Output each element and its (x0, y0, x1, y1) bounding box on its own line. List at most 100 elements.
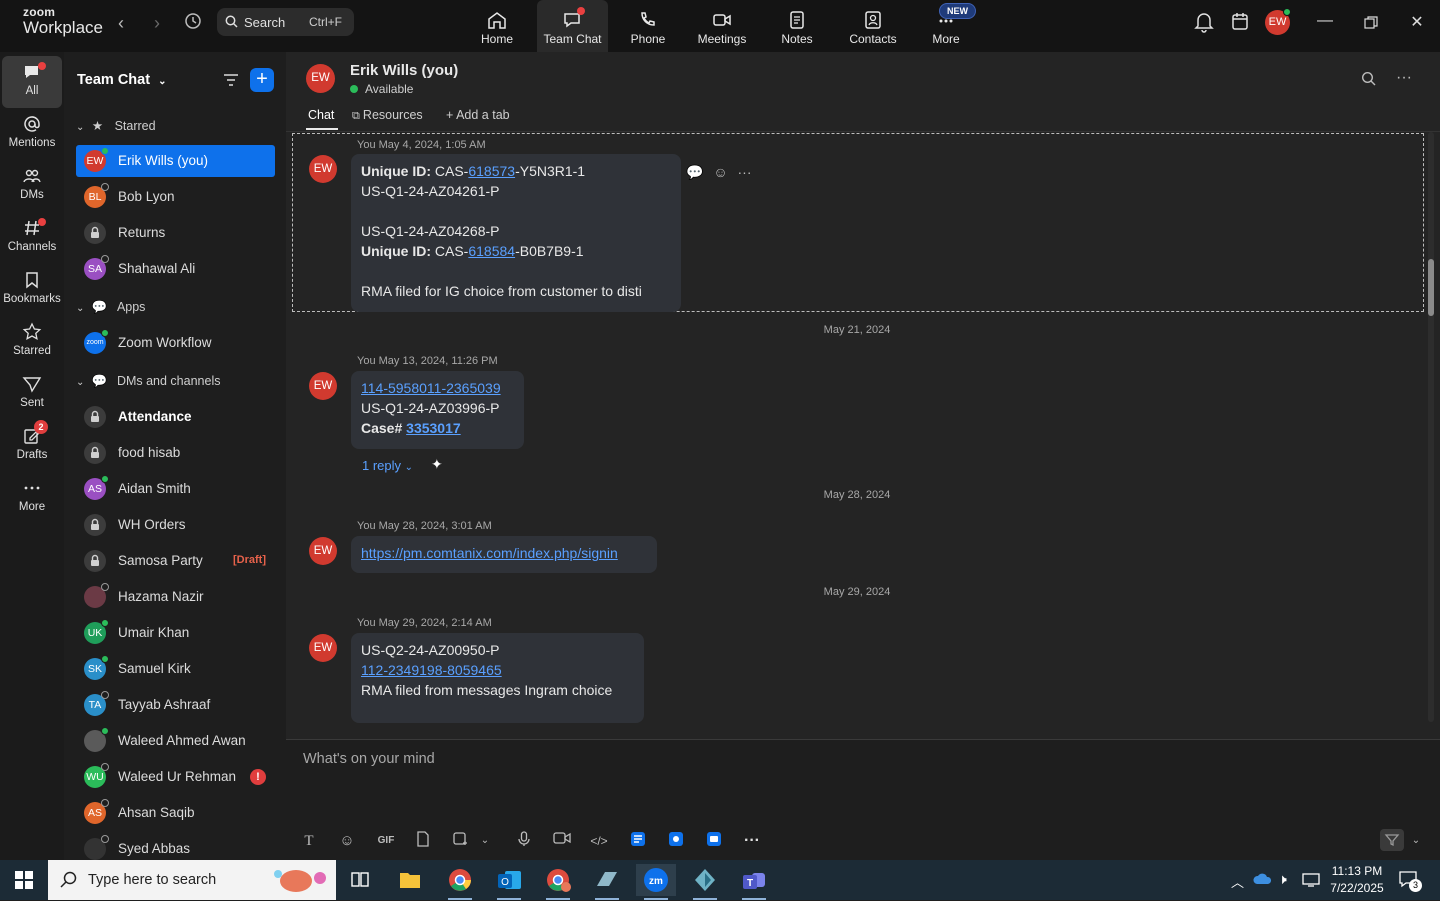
search-input[interactable]: Search Ctrl+F (217, 8, 354, 36)
chrome-profile-icon[interactable] (538, 864, 578, 900)
restore-icon[interactable] (1359, 12, 1383, 34)
file-explorer-icon[interactable] (390, 864, 430, 896)
sidebar-item-samosa-party[interactable]: Samosa Party [Draft] (76, 545, 275, 577)
order-link[interactable]: 112-2349198-8059465 (361, 660, 634, 680)
emoji-reaction-icon[interactable]: ☺ (713, 164, 727, 180)
tab-chat[interactable]: Chat (308, 108, 334, 122)
tab-meetings[interactable]: Meetings (692, 0, 752, 52)
sidebar-item-waleed-ahmed-awan[interactable]: Waleed Ahmed Awan (76, 725, 275, 757)
reply-icon[interactable]: 💬 (686, 164, 703, 180)
sidebar-item-erik-wills[interactable]: EW Erik Wills (you) (76, 145, 275, 177)
ai-sparkle-icon[interactable]: ✦ (431, 456, 443, 473)
sidebar-item-food-hisab[interactable]: food hisab (76, 437, 275, 469)
sidebar-item-returns[interactable]: Returns (76, 217, 275, 249)
case-link[interactable]: 618584 (468, 243, 515, 259)
message-bubble[interactable]: US-Q2-24-AZ00950-P 112-2349198-8059465 R… (351, 633, 644, 723)
app-icon-grey[interactable] (587, 864, 627, 900)
teams-icon[interactable]: T (734, 864, 774, 900)
order-link[interactable]: 114-5958011-2365039 (361, 378, 514, 398)
tab-phone[interactable]: Phone (624, 0, 672, 52)
code-snippet-icon[interactable]: </> (589, 831, 609, 851)
sidebar-item-shahawal-ali[interactable]: SA Shahawal Ali (76, 253, 275, 285)
url-link[interactable]: https://pm.comtanix.com/index.php/signin (361, 543, 647, 563)
forward-arrow-icon[interactable]: › (146, 12, 168, 34)
message-bubble[interactable]: https://pm.comtanix.com/index.php/signin (351, 536, 657, 573)
sidebar-item-tayyab-ashraaf[interactable]: TA Tayyab Ashraaf (76, 689, 275, 721)
volume-muted-icon[interactable]: 🕨 (1278, 871, 1287, 888)
sidebar-item-umair-khan[interactable]: UK Umair Khan (76, 617, 275, 649)
thread-replies-button[interactable]: 1 reply ⌄ (362, 458, 413, 473)
microphone-icon[interactable] (514, 831, 534, 851)
more-options-icon[interactable]: ··· (1396, 69, 1412, 87)
video-message-icon[interactable] (552, 831, 572, 851)
sidebar-item-waleed-ur-rehman[interactable]: WU Waleed Ur Rehman ! (76, 761, 275, 793)
search-icon[interactable] (1361, 71, 1376, 91)
taskbar-search-input[interactable]: Type here to search (48, 860, 336, 900)
tab-notes[interactable]: Notes (775, 0, 819, 52)
emoji-icon[interactable]: ☺ (337, 831, 357, 851)
tab-resources[interactable]: ⧉ Resources (352, 108, 423, 123)
outlook-icon[interactable]: O (489, 864, 529, 900)
minimize-icon[interactable]: — (1313, 12, 1337, 34)
windows-start-icon[interactable] (15, 871, 33, 894)
rail-item-bookmarks[interactable]: Bookmarks (2, 264, 62, 316)
app-icon-clips[interactable] (704, 831, 724, 851)
tab-home[interactable]: Home (473, 0, 521, 52)
rail-item-more[interactable]: More (2, 472, 62, 524)
sidebar-title[interactable]: Team Chat ⌄ (77, 72, 166, 88)
sidebar-item-wh-orders[interactable]: WH Orders (76, 509, 275, 541)
new-chat-button[interactable]: + (250, 68, 274, 92)
rail-item-drafts[interactable]: Drafts 2 (2, 420, 62, 472)
sidebar-item-attendance[interactable]: Attendance (76, 401, 275, 433)
chevron-down-icon[interactable]: ⌄ (475, 831, 495, 851)
rail-item-all[interactable]: All (2, 56, 62, 108)
filter-icon[interactable] (222, 72, 240, 88)
sidebar-item-ahsan-saqib[interactable]: AS Ahsan Saqib (76, 797, 275, 829)
app-icon-whiteboard[interactable] (666, 831, 686, 851)
network-icon[interactable] (1302, 872, 1320, 893)
file-icon[interactable] (413, 831, 433, 851)
history-icon[interactable] (182, 12, 204, 34)
text-format-icon[interactable]: T (299, 831, 319, 851)
onedrive-icon[interactable] (1253, 872, 1273, 891)
more-tools-icon[interactable]: ··· (742, 831, 762, 851)
bell-icon[interactable] (1194, 11, 1218, 35)
sidebar-item-bob-lyon[interactable]: BL Bob Lyon (76, 181, 275, 213)
close-icon[interactable]: ✕ (1405, 12, 1429, 34)
tab-add[interactable]: + Add a tab (446, 108, 510, 122)
calendar-icon[interactable] (1230, 11, 1254, 35)
send-button[interactable] (1380, 829, 1404, 851)
rail-item-mentions[interactable]: Mentions (2, 108, 62, 160)
screenshot-icon[interactable] (450, 831, 470, 851)
tab-contacts[interactable]: Contacts (845, 0, 901, 52)
case-link[interactable]: 3353017 (406, 420, 461, 436)
task-view-icon[interactable] (340, 864, 380, 896)
message-bubble[interactable]: 114-5958011-2365039 US-Q1-24-AZ03996-P C… (351, 371, 524, 449)
notification-center-icon[interactable]: 3 (1398, 870, 1422, 892)
rail-item-starred[interactable]: Starred (2, 316, 62, 368)
tab-team-chat[interactable]: Team Chat (537, 0, 608, 52)
section-apps[interactable]: ⌄ 💬 Apps (76, 300, 145, 320)
chevron-up-icon[interactable]: ︿ (1231, 872, 1244, 891)
message-bubble[interactable]: Unique ID: CAS-618573-Y5N3R1-1 US-Q1-24-… (351, 154, 681, 312)
rail-item-sent[interactable]: Sent (2, 368, 62, 420)
sidebar-item-aidan-smith[interactable]: AS Aidan Smith (76, 473, 275, 505)
chevron-down-icon[interactable]: ⌄ (1406, 831, 1426, 851)
gif-icon[interactable]: GIF (373, 831, 399, 851)
rail-item-dms[interactable]: DMs (2, 160, 62, 212)
rail-item-channels[interactable]: Channels (2, 212, 62, 264)
sidebar-item-samuel-kirk[interactable]: SK Samuel Kirk (76, 653, 275, 685)
chrome-icon[interactable] (440, 864, 480, 900)
app-icon-docs[interactable] (628, 831, 648, 851)
case-link[interactable]: 618573 (468, 163, 515, 179)
section-dms-and-channels[interactable]: ⌄ 💬 DMs and channels (76, 374, 220, 394)
section-starred[interactable]: ⌄ ★ Starred (76, 118, 156, 138)
scrollbar-track[interactable] (1428, 132, 1434, 722)
app-icon-diamond[interactable] (685, 864, 725, 900)
message-composer[interactable]: What's on your mind T ☺ GIF ⌄ </> ··· ⌄ (286, 739, 1440, 860)
sidebar-item-zoom-workflow[interactable]: zoom Zoom Workflow (76, 327, 275, 359)
back-arrow-icon[interactable]: ‹ (110, 12, 132, 34)
more-options-icon[interactable]: ··· (738, 164, 752, 180)
zoom-taskbar-icon[interactable]: zm (636, 864, 676, 900)
scrollbar-thumb[interactable] (1428, 259, 1434, 316)
